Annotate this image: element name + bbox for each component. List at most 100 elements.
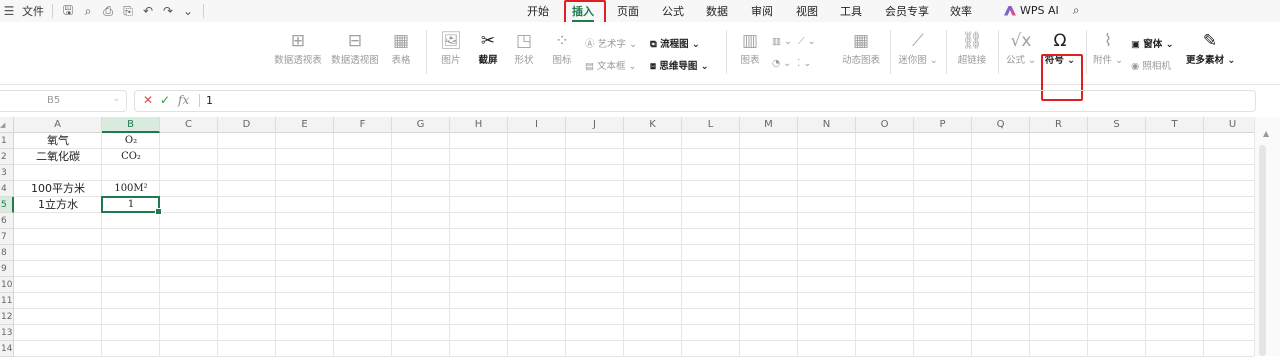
tab-data[interactable]: 数据 bbox=[706, 3, 728, 19]
pie-chart-dropdown[interactable]: ◔ ⌄ ⁚ ⌄ bbox=[772, 58, 811, 69]
dynamic-chart-button[interactable]: ▦ 动态图表 bbox=[838, 30, 884, 66]
more-assets-button[interactable]: ✎ 更多素材 ⌄ bbox=[1186, 30, 1235, 66]
picture-button[interactable]: 🖼 图片 bbox=[436, 30, 466, 66]
file-menu[interactable]: 文件 bbox=[22, 3, 44, 19]
hyperlink-button[interactable]: ⛓ 超链接 bbox=[955, 30, 989, 66]
column-header-i[interactable]: I bbox=[508, 117, 566, 133]
select-all-corner[interactable]: ◢ bbox=[0, 117, 14, 133]
column-header-o[interactable]: O bbox=[856, 117, 914, 133]
column-chart-dropdown[interactable]: ▥ ⌄ ⟋ ⌄ bbox=[772, 36, 816, 47]
column-header-s[interactable]: S bbox=[1088, 117, 1146, 133]
tab-page[interactable]: 页面 bbox=[617, 3, 639, 19]
mindmap-button[interactable]: ⧈ 思维导图 ⌄ bbox=[650, 58, 709, 72]
screenshot-button[interactable]: ✂ 截屏 bbox=[473, 30, 503, 66]
shape-label: 形状 bbox=[514, 55, 534, 66]
wps-ai-label: WPS AI bbox=[1020, 4, 1059, 17]
cell-b2[interactable]: CO₂ bbox=[102, 149, 160, 165]
grid-line bbox=[14, 324, 1254, 325]
row-header-6[interactable]: 6 bbox=[0, 213, 14, 229]
icon-label: 图标 bbox=[552, 55, 572, 66]
insert-function-icon[interactable]: fx bbox=[178, 93, 189, 107]
scrollbar-thumb[interactable] bbox=[1259, 145, 1266, 356]
tab-formulas[interactable]: 公式 bbox=[662, 3, 684, 19]
row-header-9[interactable]: 9 bbox=[0, 261, 14, 277]
chart-button[interactable]: ▥ 图表 bbox=[736, 30, 764, 66]
column-header-j[interactable]: J bbox=[566, 117, 624, 133]
formula-input[interactable]: ✕ ✓ fx 1 bbox=[134, 90, 1256, 112]
column-header-a[interactable]: A bbox=[14, 117, 102, 133]
window-button[interactable]: ▣ 窗体 ⌄ bbox=[1131, 36, 1174, 50]
row-header-12[interactable]: 12 bbox=[0, 309, 14, 325]
name-box[interactable]: B5 ⌄ bbox=[0, 90, 127, 112]
tab-review[interactable]: 审阅 bbox=[751, 3, 773, 19]
divider bbox=[203, 4, 204, 18]
column-header-e[interactable]: E bbox=[276, 117, 334, 133]
attachment-button[interactable]: ⌇ 附件 ⌄ bbox=[1092, 30, 1124, 66]
column-header-n[interactable]: N bbox=[798, 117, 856, 133]
row-header-8[interactable]: 8 bbox=[0, 245, 14, 261]
search-icon[interactable]: ⌕ bbox=[1073, 3, 1080, 18]
row-header-2[interactable]: 2 bbox=[0, 149, 14, 165]
vertical-scrollbar[interactable]: ▲ bbox=[1254, 117, 1280, 356]
cell-b1[interactable]: O₂ bbox=[102, 133, 160, 149]
textbox-button[interactable]: ▤ 文本框 ⌄ bbox=[585, 58, 637, 72]
formula-button[interactable]: √x 公式 ⌄ bbox=[1005, 30, 1037, 66]
column-header-l[interactable]: L bbox=[682, 117, 740, 133]
cell-a4[interactable]: 100平方米 bbox=[14, 181, 102, 197]
column-header-d[interactable]: D bbox=[218, 117, 276, 133]
chevron-down-icon[interactable]: ⌄ bbox=[181, 4, 195, 18]
tab-view[interactable]: 视图 bbox=[796, 3, 818, 19]
cell-b4[interactable]: 100M² bbox=[102, 181, 160, 197]
row-header-13[interactable]: 13 bbox=[0, 325, 14, 341]
column-header-c[interactable]: C bbox=[160, 117, 218, 133]
undo-icon[interactable]: ↶ bbox=[141, 4, 155, 18]
column-header-q[interactable]: Q bbox=[972, 117, 1030, 133]
scroll-up-icon[interactable]: ▲ bbox=[1263, 129, 1269, 138]
confirm-icon[interactable]: ✓ bbox=[160, 93, 170, 107]
row-header-3[interactable]: 3 bbox=[0, 165, 14, 181]
column-header-k[interactable]: K bbox=[624, 117, 682, 133]
row-header-10[interactable]: 10 bbox=[0, 277, 14, 293]
column-header-m[interactable]: M bbox=[740, 117, 798, 133]
tab-home[interactable]: 开始 bbox=[527, 3, 549, 19]
tab-efficiency[interactable]: 效率 bbox=[950, 3, 972, 19]
column-header-h[interactable]: H bbox=[450, 117, 508, 133]
column-header-b[interactable]: B bbox=[102, 117, 160, 133]
table-button[interactable]: ▦ 表格 bbox=[388, 30, 414, 66]
redo-icon[interactable]: ↷ bbox=[161, 4, 175, 18]
shape-button[interactable]: ◳ 形状 bbox=[509, 30, 539, 66]
chevron-down-icon[interactable]: ⌄ bbox=[112, 94, 120, 104]
row-header-7[interactable]: 7 bbox=[0, 229, 14, 245]
print-preview-icon[interactable]: ⎘ bbox=[121, 4, 135, 19]
column-header-t[interactable]: T bbox=[1146, 117, 1204, 133]
print-icon[interactable]: ⎙ bbox=[101, 4, 115, 19]
brush-icon[interactable]: ⌕ bbox=[81, 4, 95, 19]
camera-button[interactable]: ◉ 照相机 bbox=[1131, 58, 1171, 72]
column-header-p[interactable]: P bbox=[914, 117, 972, 133]
cancel-icon[interactable]: ✕ bbox=[143, 93, 153, 107]
column-header-f[interactable]: F bbox=[334, 117, 392, 133]
grid-line bbox=[14, 212, 1254, 213]
cell-a2[interactable]: 二氧化碳 bbox=[14, 149, 102, 165]
row-header-5[interactable]: 5 bbox=[0, 197, 14, 213]
cell-a1[interactable]: 氧气 bbox=[14, 133, 102, 149]
row-header-4[interactable]: 4 bbox=[0, 181, 14, 197]
spreadsheet-grid[interactable]: ◢ A B C D E F G H I J K L M N O P Q R S T U 1 2 3 4 5 6 7 8 9 10 11 12 13… bbox=[0, 117, 1262, 357]
row-header-14[interactable]: 14 bbox=[0, 341, 14, 357]
cell-a5[interactable]: 1立方水 bbox=[14, 197, 102, 213]
tab-tools[interactable]: 工具 bbox=[840, 3, 862, 19]
save-icon[interactable]: 🖫 bbox=[61, 1, 75, 22]
column-header-g[interactable]: G bbox=[392, 117, 450, 133]
wps-ai-button[interactable]: WPS AI ⌕ bbox=[1004, 3, 1080, 18]
icon-button[interactable]: ⁘ 图标 bbox=[549, 30, 575, 66]
pivot-table-button[interactable]: ⊞ 数据透视表 bbox=[272, 30, 324, 66]
menu-icon[interactable]: ☰ bbox=[2, 4, 16, 18]
flowchart-button[interactable]: ⧉ 流程图 ⌄ bbox=[650, 36, 700, 50]
row-header-11[interactable]: 11 bbox=[0, 293, 14, 309]
sparkline-button[interactable]: ⟋ 迷你图 ⌄ bbox=[898, 30, 938, 66]
pivot-chart-button[interactable]: ⊟ 数据透视图 bbox=[328, 30, 382, 66]
column-header-r[interactable]: R bbox=[1030, 117, 1088, 133]
wordart-button[interactable]: Ⓐ 艺术字 ⌄ bbox=[585, 36, 637, 50]
row-header-1[interactable]: 1 bbox=[0, 133, 14, 149]
tab-member[interactable]: 会员专享 bbox=[885, 3, 929, 19]
